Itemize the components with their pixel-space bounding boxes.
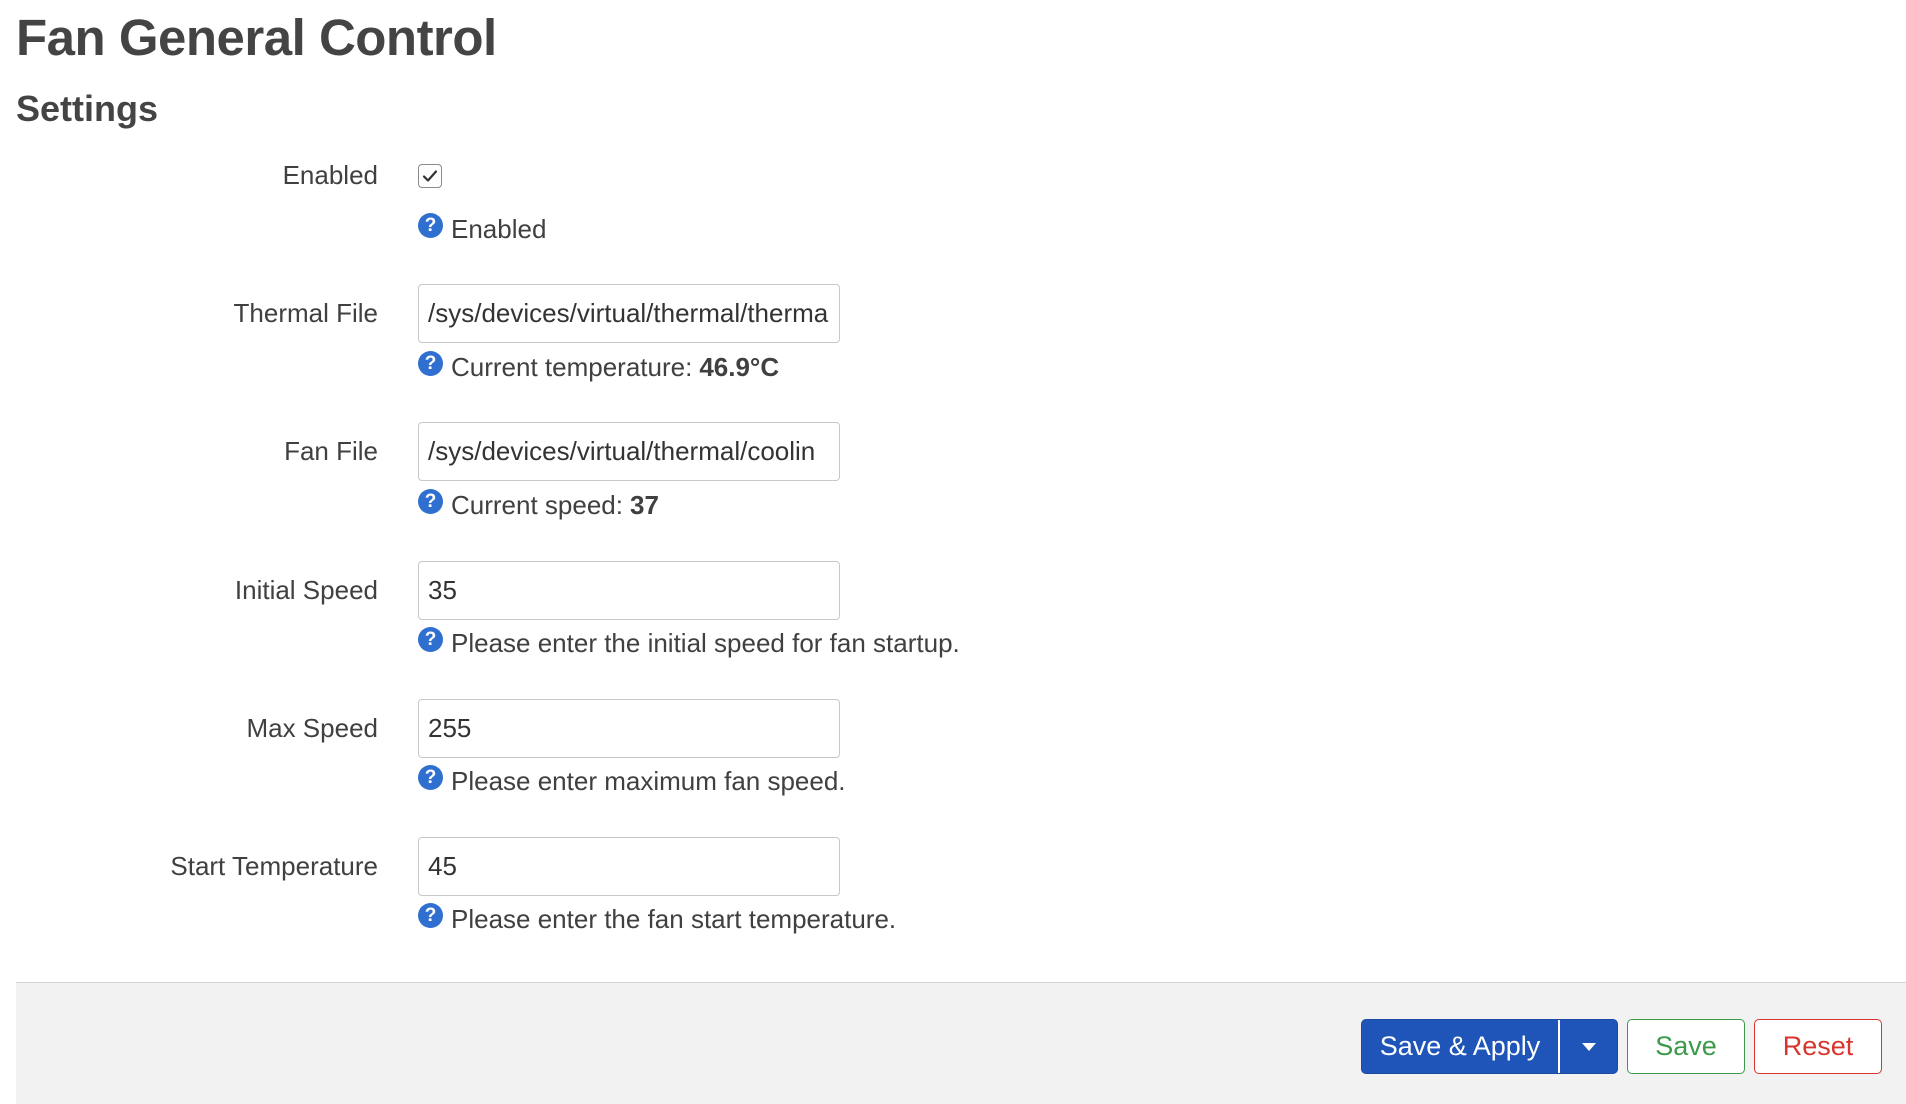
enabled-help: ? Enabled [418,213,547,245]
initial-speed-control [418,561,840,620]
max-speed-label: Max Speed [246,713,378,743]
fan-file-label: Fan File [284,436,378,466]
enabled-checkbox[interactable] [418,164,442,188]
form-actions-bar: Save & Apply Save Reset [16,982,1906,1104]
start-temperature-help: ? Please enter the fan start temperature… [418,903,897,935]
thermal-file-label: Thermal File [233,298,378,328]
help-icon: ? [418,351,443,376]
start-temperature-input[interactable] [418,837,840,896]
thermal-file-help-text: Current temperature: [451,352,693,382]
save-button[interactable]: Save [1627,1019,1745,1074]
start-temperature-label: Start Temperature [170,851,378,881]
save-apply-button-group: Save & Apply [1361,1019,1618,1074]
max-speed-help: ? Please enter maximum fan speed. [418,765,846,797]
section-title: Settings [16,88,159,129]
help-icon: ? [418,213,443,238]
start-temperature-control [418,837,840,896]
help-icon: ? [418,765,443,790]
help-icon: ? [418,627,443,652]
enabled-checkbox-wrapper [418,164,442,188]
initial-speed-help: ? Please enter the initial speed for fan… [418,627,960,659]
fan-file-help: ? Current speed: 37 [418,489,659,521]
enabled-label: Enabled [282,160,378,190]
thermal-file-input[interactable] [418,284,840,343]
help-icon: ? [418,903,443,928]
fan-file-help-text: Current speed: [451,490,623,520]
fan-file-control [418,422,840,481]
thermal-file-control [418,284,840,343]
max-speed-help-text: Please enter maximum fan speed. [451,766,846,796]
max-speed-control [418,699,840,758]
max-speed-input[interactable] [418,699,840,758]
start-temperature-help-text: Please enter the fan start temperature. [451,904,897,934]
thermal-file-help: ? Current temperature: 46.9°C [418,351,780,383]
page-title: Fan General Control [16,9,497,66]
initial-speed-help-text: Please enter the initial speed for fan s… [451,628,960,658]
current-temperature-value: 46.9°C [699,352,780,382]
current-speed-value: 37 [629,490,659,520]
enabled-help-text: Enabled [451,214,547,244]
help-icon: ? [418,489,443,514]
fan-file-input[interactable] [418,422,840,481]
caret-down-icon [1581,1042,1596,1051]
page: Fan General Control Settings Enabled ? E… [0,0,1906,1104]
reset-button[interactable]: Reset [1754,1019,1882,1074]
initial-speed-label: Initial Speed [234,575,378,605]
save-apply-button[interactable]: Save & Apply [1362,1020,1560,1073]
save-apply-dropdown-toggle[interactable] [1560,1020,1617,1073]
initial-speed-input[interactable] [418,561,840,620]
check-icon [422,170,438,182]
